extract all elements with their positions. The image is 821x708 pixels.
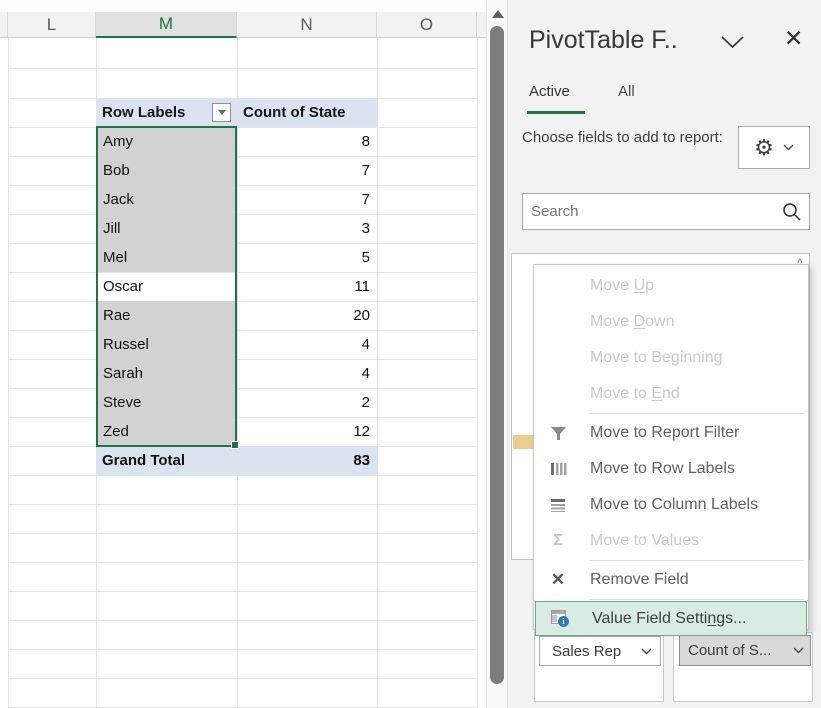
spreadsheet-grid[interactable]: L M N O Row LabelsCount of StateAmy8Bob7… — [0, 0, 486, 708]
menu-item-move-to-beginning: Move to Beginning — [534, 340, 808, 376]
menu-item-remove-field[interactable]: ✕ Remove Field — [534, 562, 808, 598]
menu-item-label: Move Down — [590, 313, 675, 331]
menu-item-move-to-values: Σ Move to Values — [534, 523, 808, 559]
pivot-row-value[interactable]: 12 — [237, 417, 377, 446]
tools-button[interactable]: ⚙ — [738, 126, 810, 169]
column-header-sliver[interactable] — [0, 12, 8, 38]
gear-icon: ⚙ — [754, 137, 774, 159]
column-header-L[interactable]: L — [8, 12, 96, 38]
tab-all[interactable]: All — [618, 83, 635, 100]
scrollbar-thumb[interactable] — [490, 26, 504, 684]
pivot-row-value[interactable]: 5 — [237, 243, 377, 272]
pivot-row-label[interactable]: Mel — [97, 243, 235, 272]
menu-separator — [590, 599, 804, 600]
pivot-row-label[interactable]: Oscar — [97, 272, 235, 301]
search-field[interactable] — [522, 193, 810, 230]
menu-item-label: Value Field Settings... — [592, 610, 746, 628]
pivot-row-label[interactable]: Bob — [97, 156, 235, 185]
filter-icon — [542, 426, 574, 441]
values-field-pill[interactable]: Count of S... — [679, 635, 811, 666]
pivot-row-value[interactable]: 20 — [237, 301, 377, 330]
pivot-row-value[interactable]: 11 — [237, 272, 377, 301]
menu-item-label: Move to Beginning — [590, 349, 723, 367]
rows-field-pill[interactable]: Sales Rep — [539, 636, 661, 666]
values-pill-chevron-icon — [793, 647, 804, 654]
pivot-row-value[interactable]: 7 — [237, 156, 377, 185]
rows-field-label: Sales Rep — [552, 643, 641, 660]
column-header-M[interactable]: M — [96, 12, 237, 38]
column-labels-icon — [542, 498, 574, 512]
menu-item-move-down: Move Down — [534, 304, 808, 340]
pivot-row-label[interactable]: Russel — [97, 330, 235, 359]
pivot-row-value[interactable]: 4 — [237, 359, 377, 388]
pivot-row-label[interactable]: Amy — [97, 127, 235, 156]
tools-chevron-icon — [783, 144, 794, 151]
pivot-grand-total-value[interactable]: 83 — [237, 446, 377, 475]
menu-item-move-to-column-labels[interactable]: Move to Column Labels — [534, 487, 808, 523]
pane-close-button[interactable]: ✕ — [784, 27, 803, 50]
menu-item-label: Move Up — [590, 277, 654, 295]
tab-active[interactable]: Active — [529, 83, 570, 100]
pivot-row-label[interactable]: Steve — [97, 388, 235, 417]
pivot-row-label[interactable]: Zed — [97, 417, 235, 446]
row-labels-filter-button[interactable] — [212, 103, 231, 122]
remove-icon: ✕ — [542, 570, 574, 590]
pivot-row-value[interactable]: 8 — [237, 127, 377, 156]
menu-item-move-to-row-labels[interactable]: Move to Row Labels — [534, 451, 808, 487]
pivot-row-value[interactable]: 3 — [237, 214, 377, 243]
pivot-row-value[interactable]: 2 — [237, 388, 377, 417]
menu-item-move-to-end: Move to End — [534, 376, 808, 412]
menu-item-label: Move to Report Filter — [590, 424, 739, 442]
menu-item-label: Move to End — [590, 385, 680, 403]
column-header-edge — [477, 12, 486, 38]
pivot-grand-total-label[interactable]: Grand Total — [96, 446, 237, 475]
row-labels-icon — [542, 462, 574, 476]
value-field-settings-icon: i — [544, 610, 576, 627]
excel-window: L M N O Row LabelsCount of StateAmy8Bob7… — [0, 0, 821, 708]
active-tab-underline — [527, 111, 585, 114]
sigma-icon: Σ — [542, 532, 574, 550]
pane-title: PivotTable F.. — [529, 26, 678, 55]
scroll-up-arrow-icon[interactable] — [492, 10, 504, 18]
pivot-header-count-of-state[interactable]: Count of State — [237, 98, 377, 127]
menu-item-label: Remove Field — [590, 571, 689, 589]
formula-bar-sliver — [0, 0, 486, 12]
menu-item-move-up: Move Up — [534, 268, 808, 304]
rows-pill-chevron-icon — [641, 648, 652, 655]
menu-separator — [590, 413, 804, 414]
pivot-row-label[interactable]: Jill — [97, 214, 235, 243]
pivot-row-label[interactable]: Rae — [97, 301, 235, 330]
column-header-O[interactable]: O — [377, 12, 477, 38]
choose-fields-label: Choose fields to add to report: — [522, 126, 732, 150]
pivot-row-value[interactable]: 7 — [237, 185, 377, 214]
column-header-N[interactable]: N — [237, 12, 377, 38]
values-field-label: Count of S... — [688, 642, 793, 659]
fill-handle[interactable] — [231, 441, 239, 449]
pivot-row-label[interactable]: Sarah — [97, 359, 235, 388]
menu-item-label: Move to Values — [590, 532, 699, 550]
menu-separator — [590, 560, 804, 561]
search-icon[interactable] — [781, 201, 803, 223]
pane-options-chevron-icon[interactable] — [721, 36, 744, 49]
pivot-row-label[interactable]: Jack — [97, 185, 235, 214]
search-input[interactable] — [523, 203, 781, 220]
filter-dropdown-icon — [218, 110, 226, 115]
menu-item-label: Move to Row Labels — [590, 460, 735, 478]
menu-item-label: Move to Column Labels — [590, 496, 758, 514]
menu-item-value-field-settings[interactable]: i Value Field Settings... — [535, 601, 807, 636]
pivot-row-value[interactable]: 4 — [237, 330, 377, 359]
vertical-scrollbar[interactable] — [486, 0, 507, 708]
menu-item-move-to-report-filter[interactable]: Move to Report Filter — [534, 415, 808, 451]
field-context-menu: Move Up Move Down Move to Beginning Move to… — [533, 264, 809, 630]
